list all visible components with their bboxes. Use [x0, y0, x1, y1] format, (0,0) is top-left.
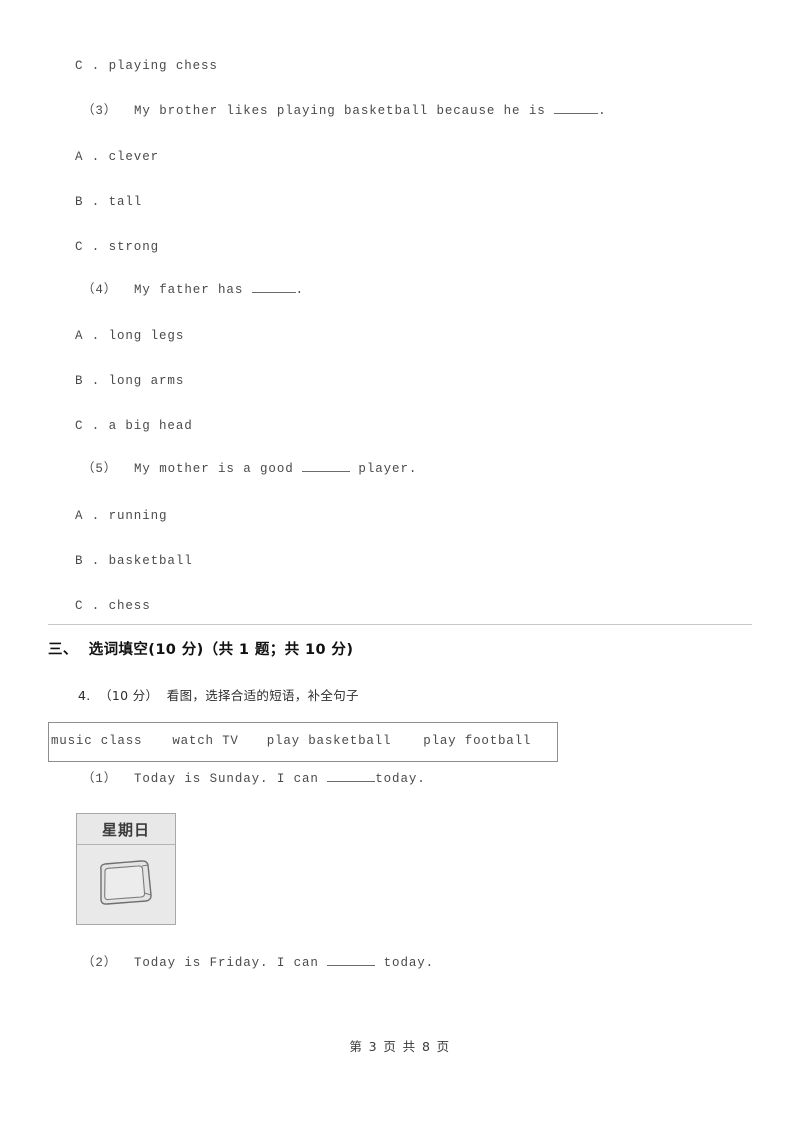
- sub-question-3-stem: （3） My brother likes playing basketball …: [82, 103, 606, 119]
- option-item: B . long arms: [75, 374, 185, 388]
- option-item: C . chess: [75, 599, 151, 613]
- sub-question-4-stem-prefix: （4） My father has: [82, 283, 252, 297]
- exam-page: C . playing chess （3） My brother likes p…: [0, 0, 800, 1132]
- calendar-header: 星期日: [77, 814, 175, 845]
- option-item: A . clever: [75, 150, 160, 164]
- fill-blank-sub-question-2: （2） Today is Friday. I can today.: [82, 955, 434, 971]
- calendar-day-label: 星期日: [101, 820, 150, 839]
- page-footer: 第 3 页 共 8 页: [349, 1039, 451, 1054]
- word-bank-item: music class: [51, 734, 143, 748]
- fill-blank-2-prefix: （2） Today is Friday. I can: [82, 956, 328, 970]
- fill-blank-1-suffix: today.: [375, 772, 426, 786]
- sub-question-5-stem: （5） My mother is a good player.: [82, 461, 417, 477]
- fill-blank-2-suffix: today.: [375, 956, 435, 970]
- answer-blank[interactable]: [554, 113, 599, 114]
- option-item: B . tall: [75, 195, 143, 209]
- picture-body: [77, 845, 175, 924]
- answer-blank[interactable]: [327, 965, 376, 966]
- option-item: B . basketball: [75, 554, 193, 568]
- section-divider: [48, 624, 752, 625]
- television-icon: [100, 860, 152, 905]
- question-image-sunday-tv: 星期日: [76, 813, 176, 925]
- sub-question-4-stem-suffix: .: [295, 283, 305, 297]
- word-bank-box: music class watch TV play basketball play f…: [48, 722, 558, 762]
- word-bank-item: play basketball: [266, 734, 392, 748]
- sub-question-5-stem-prefix: （5） My mother is a good: [82, 462, 303, 476]
- sub-question-3-stem-suffix: .: [598, 104, 607, 118]
- answer-blank[interactable]: [251, 292, 296, 293]
- question-4-heading: 4. （10 分） 看图，选择合适的短语，补全句子: [78, 688, 359, 703]
- fill-blank-1-prefix: （1） Today is Sunday. I can: [82, 772, 328, 786]
- option-item: C . playing chess: [75, 59, 218, 73]
- sub-question-5-stem-suffix: player.: [350, 462, 418, 476]
- sub-question-3-stem-prefix: （3） My brother likes playing basketball …: [82, 104, 555, 118]
- answer-blank[interactable]: [302, 471, 351, 472]
- option-item: C . strong: [75, 240, 160, 254]
- option-item: C . a big head: [75, 419, 193, 433]
- word-bank-item: watch TV: [172, 734, 239, 748]
- word-bank-item: play football: [423, 734, 532, 748]
- section-heading: 三、 选词填空(10 分)（共 1 题；共 10 分): [48, 642, 354, 658]
- word-bank-content: music class watch TV play basketball play f…: [51, 734, 531, 748]
- fill-blank-sub-question-1: （1） Today is Sunday. I can today.: [82, 771, 426, 787]
- sub-question-4-stem: （4） My father has .: [82, 282, 304, 298]
- option-item: A . long legs: [75, 329, 185, 343]
- answer-blank[interactable]: [327, 781, 376, 782]
- option-item: A . running: [75, 509, 168, 523]
